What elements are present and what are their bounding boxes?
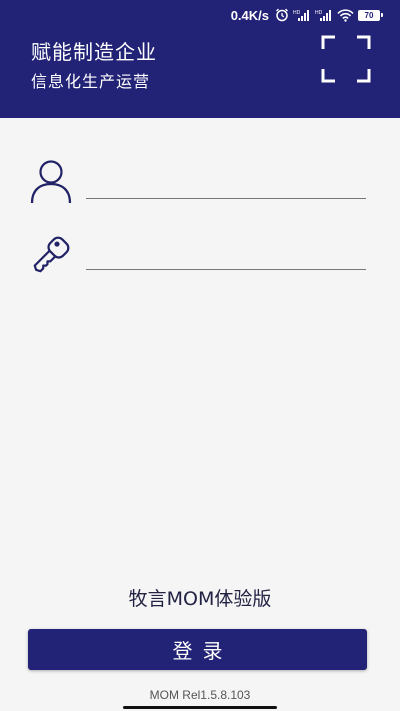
scan-icon[interactable] [320, 34, 372, 84]
battery-level: 70 [364, 10, 374, 20]
header-title: 赋能制造企业 [31, 40, 157, 64]
status-bar: 0.4K/s HD HD 70 [0, 0, 400, 30]
home-indicator[interactable] [123, 706, 277, 709]
header-subtitle: 信息化生产运营 [31, 72, 151, 91]
svg-text:HD: HD [293, 10, 301, 16]
wifi-icon [337, 8, 354, 22]
signal-hd-icon: HD [293, 9, 311, 22]
network-speed: 0.4K/s [230, 7, 269, 23]
svg-text:HD: HD [315, 10, 323, 16]
username-row [0, 155, 400, 205]
password-row [0, 226, 400, 276]
battery-icon: 70 [358, 9, 383, 21]
header-banner: 0.4K/s HD HD 70 赋能制造企业 信息化生产运营 [0, 0, 400, 118]
key-icon [28, 232, 74, 282]
user-icon [28, 157, 74, 209]
signal-hd-icon-2: HD [315, 9, 333, 22]
version-label: MOM Rel1.5.8.103 [149, 688, 251, 702]
login-button[interactable]: 登录 [28, 629, 367, 670]
alarm-icon [275, 8, 289, 22]
username-input[interactable] [86, 169, 366, 199]
app-name: 牧言MOM体验版 [128, 588, 272, 610]
password-input[interactable] [86, 240, 366, 270]
